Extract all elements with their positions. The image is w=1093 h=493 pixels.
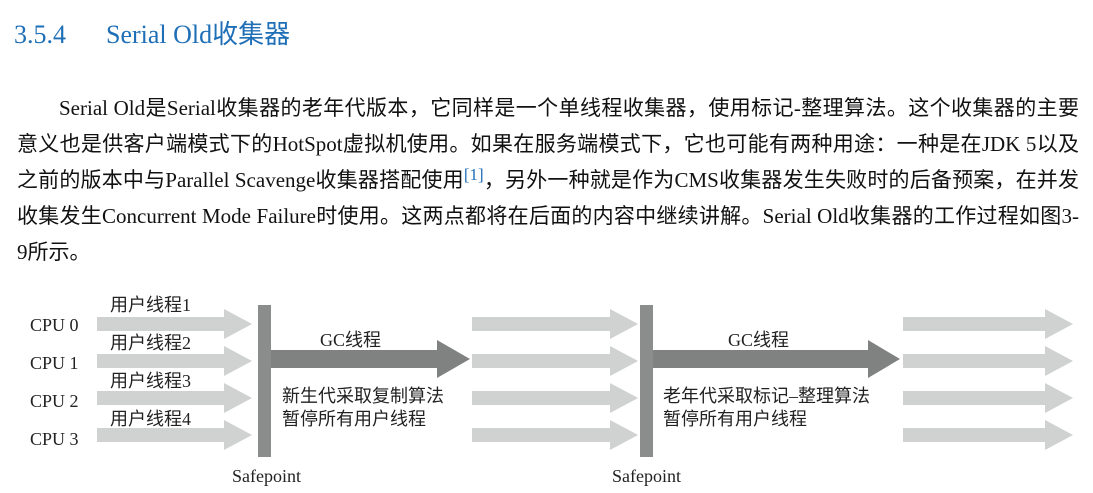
cpu-label-1: CPU 1 bbox=[30, 353, 79, 373]
user-thread-arrows-between bbox=[472, 309, 638, 450]
cpu1-thread-arrow-2 bbox=[472, 346, 638, 376]
safepoint-label-1: Safepoint bbox=[232, 466, 301, 486]
figure-diagram: CPU 0 CPU 1 CPU 2 CPU 3 用户线程1 用户线程2 用户线程… bbox=[30, 295, 1073, 486]
phase2-desc-line2: 暂停所有用户线程 bbox=[663, 409, 807, 429]
gc-thread-label-2: GC线程 bbox=[728, 330, 789, 350]
gc-thread-label-1: GC线程 bbox=[320, 330, 381, 350]
section-title-text: Serial Old收集器 bbox=[106, 20, 291, 49]
footnote-reference[interactable]: [1] bbox=[464, 165, 484, 184]
cpu-label-0: CPU 0 bbox=[30, 315, 79, 335]
cpu0-thread-arrow-2 bbox=[472, 309, 638, 339]
safepoint-barrier-2 bbox=[640, 305, 653, 457]
safepoint-label-2: Safepoint bbox=[612, 466, 681, 486]
user-thread-arrows-after-gc2 bbox=[903, 309, 1073, 450]
body-paragraph: Serial Old是Serial收集器的老年代版本，它同样是一个单线程收集器，… bbox=[17, 90, 1079, 270]
section-heading: 3.5.4 Serial Old收集器 bbox=[14, 14, 290, 51]
safepoint-barrier-1 bbox=[258, 305, 271, 457]
user-thread-label-4: 用户线程4 bbox=[110, 409, 191, 429]
cpu0-thread-arrow-3 bbox=[903, 309, 1073, 339]
cpu1-thread-arrow-3 bbox=[903, 346, 1073, 376]
phase2-desc-line1: 老年代采取标记–整理算法 bbox=[663, 386, 870, 406]
cpu3-thread-arrow-3 bbox=[903, 420, 1073, 450]
cpu3-thread-arrow-2 bbox=[472, 420, 638, 450]
user-thread-label-2: 用户线程2 bbox=[110, 333, 191, 353]
cpu2-thread-arrow-3 bbox=[903, 383, 1073, 413]
phase1-desc-line1: 新生代采取复制算法 bbox=[282, 386, 444, 406]
section-number: 3.5.4 bbox=[14, 20, 66, 49]
cpu2-thread-arrow-2 bbox=[472, 383, 638, 413]
cpu-label-3: CPU 3 bbox=[30, 429, 79, 449]
user-thread-label-3: 用户线程3 bbox=[110, 371, 191, 391]
user-thread-label-1: 用户线程1 bbox=[110, 295, 191, 315]
cpu-label-2: CPU 2 bbox=[30, 391, 79, 411]
phase1-desc-line2: 暂停所有用户线程 bbox=[282, 409, 426, 429]
figure-serial-old-process: CPU 0 CPU 1 CPU 2 CPU 3 用户线程1 用户线程2 用户线程… bbox=[0, 285, 1093, 493]
